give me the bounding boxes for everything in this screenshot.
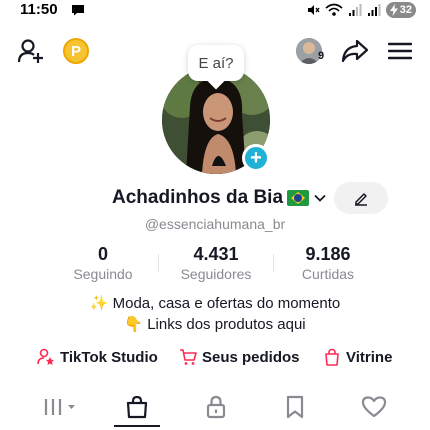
display-name: Achadinhos da Bia <box>112 187 284 208</box>
note-bubble[interactable]: E aí? <box>188 45 244 81</box>
stat-label: Seguindo <box>73 266 133 282</box>
chevron-down-icon <box>314 194 326 202</box>
heart-icon <box>361 396 387 418</box>
share-icon <box>341 39 369 63</box>
charging-icon <box>390 4 398 16</box>
vitrine-link[interactable]: Vitrine <box>323 348 392 366</box>
lock-icon <box>206 395 226 419</box>
message-notification-icon <box>72 5 84 16</box>
stat-value: 0 <box>97 244 108 264</box>
stat-value: 9.186 <box>305 244 351 264</box>
stat-label: Curtidas <box>301 266 355 282</box>
shopping-bag-icon <box>325 348 339 366</box>
add-user-icon <box>17 39 43 63</box>
status-right: 32 <box>306 2 416 18</box>
plus-icon: + <box>250 147 262 169</box>
stat-value: 4.431 <box>193 244 239 264</box>
content-tabs <box>0 388 430 430</box>
vitrine-label: Vitrine <box>346 348 393 366</box>
tab-private[interactable] <box>196 392 236 422</box>
creator-star-icon <box>37 348 54 365</box>
orders-link[interactable]: Seus pedidos <box>179 348 300 366</box>
shopping-bag-icon <box>126 395 148 419</box>
share-button[interactable] <box>340 37 370 65</box>
tiktok-studio-link[interactable]: TikTok Studio <box>37 348 158 366</box>
bio-line: 👇 Links dos produtos aqui <box>124 316 306 333</box>
pencil-icon <box>355 193 367 206</box>
orders-label: Seus pedidos <box>202 348 300 366</box>
signal-icon-1 <box>349 4 362 16</box>
bookmark-icon <box>286 395 304 419</box>
battery-indicator: 32 <box>386 2 416 18</box>
status-bar: 11:50 32 <box>0 0 430 22</box>
coin-label: P <box>70 42 81 60</box>
menu-button[interactable] <box>386 37 414 65</box>
quick-links: TikTok Studio Seus pedidos Vitrine <box>0 348 430 370</box>
username: @essenciahumana_br <box>144 216 286 232</box>
name-row[interactable]: Achadinhos da Bia <box>112 186 327 210</box>
tab-videos[interactable] <box>40 392 80 422</box>
add-story-button[interactable]: + <box>242 144 270 172</box>
profile-stats: 0 Seguindo 4.431 Seguidores 9.186 Curtid… <box>0 244 430 284</box>
stat-followers[interactable]: 4.431 Seguidores <box>156 244 276 282</box>
tiktok-studio-label: TikTok Studio <box>60 348 158 366</box>
hamburger-icon <box>388 42 412 60</box>
grid-filter-icon <box>44 399 75 415</box>
battery-level: 32 <box>399 4 412 16</box>
cart-icon <box>180 349 197 365</box>
wifi-icon <box>325 3 343 16</box>
tab-saved[interactable] <box>275 392 315 422</box>
status-time: 11:50 <box>20 1 58 18</box>
active-tab-indicator <box>114 425 160 427</box>
tab-shop[interactable] <box>117 392 157 422</box>
brazil-flag-icon <box>287 190 310 206</box>
stat-likes[interactable]: 9.186 Curtidas <box>268 244 388 282</box>
edit-profile-button[interactable] <box>334 182 388 214</box>
bio: ✨ Moda, casa e ofertas do momento 👇 Link… <box>0 293 430 335</box>
signal-icon-2 <box>368 4 381 16</box>
bio-line: ✨ Moda, casa e ofertas do momento <box>89 295 341 312</box>
note-bubble-text: E aí? <box>198 54 234 72</box>
mute-icon <box>308 5 320 15</box>
stat-label: Seguidores <box>180 266 252 282</box>
stat-following[interactable]: 0 Seguindo <box>43 244 163 282</box>
coin-button[interactable]: P <box>63 38 89 64</box>
account-badge: 9 <box>318 50 325 62</box>
add-user-button[interactable] <box>16 37 46 65</box>
tab-liked[interactable] <box>354 392 394 422</box>
